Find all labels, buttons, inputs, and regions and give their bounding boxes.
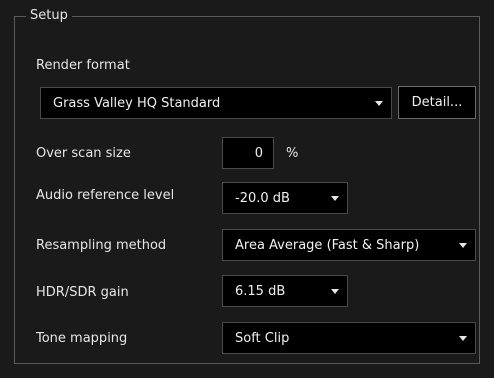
audio-reference-dropdown[interactable]: -20.0 dB (222, 182, 348, 214)
render-format-dropdown[interactable]: Grass Valley HQ Standard (40, 87, 392, 119)
audio-reference-label: Audio reference level (36, 188, 175, 203)
setup-group-title: Setup (26, 7, 72, 25)
chevron-down-icon (459, 243, 467, 248)
tone-mapping-dropdown[interactable]: Soft Clip (222, 322, 476, 354)
overscan-label: Over scan size (36, 146, 131, 161)
audio-reference-value: -20.0 dB (235, 190, 290, 206)
overscan-unit: % (286, 146, 299, 161)
tone-mapping-value: Soft Clip (235, 330, 290, 346)
chevron-down-icon (459, 336, 467, 341)
render-format-value: Grass Valley HQ Standard (53, 95, 221, 111)
chevron-down-icon (375, 101, 383, 106)
resampling-dropdown[interactable]: Area Average (Fast & Sharp) (222, 229, 476, 261)
overscan-input[interactable]: 0 (222, 137, 274, 169)
tone-mapping-label: Tone mapping (36, 331, 128, 346)
render-format-label: Render format (36, 58, 130, 73)
detail-button[interactable]: Detail... (398, 86, 476, 119)
chevron-down-icon (331, 289, 339, 294)
hdr-sdr-gain-dropdown[interactable]: 6.15 dB (222, 275, 348, 307)
resampling-label: Resampling method (36, 238, 167, 253)
hdr-sdr-gain-label: HDR/SDR gain (36, 285, 129, 300)
hdr-sdr-gain-value: 6.15 dB (235, 283, 286, 299)
chevron-down-icon (331, 196, 339, 201)
resampling-value: Area Average (Fast & Sharp) (235, 237, 420, 253)
overscan-value: 0 (254, 145, 263, 161)
detail-button-label: Detail... (411, 95, 463, 110)
